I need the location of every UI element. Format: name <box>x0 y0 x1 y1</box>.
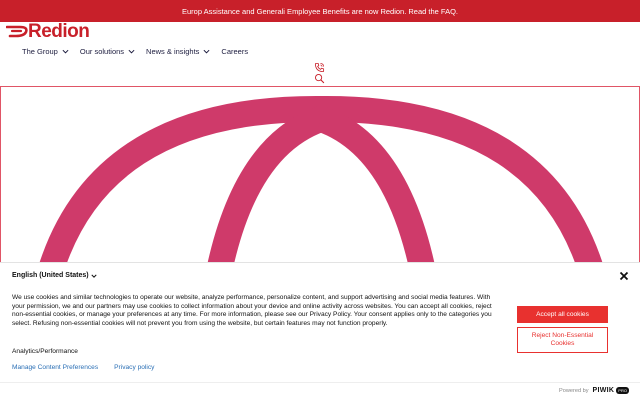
announcement-text[interactable]: Europ Assistance and Generali Employee B… <box>182 7 458 16</box>
logo-swoosh-icon <box>6 25 28 38</box>
manage-preferences-link[interactable]: Manage Content Preferences <box>12 364 98 371</box>
powered-by[interactable]: Powered by PIWIK PRO <box>559 387 629 394</box>
accept-all-cookies-button[interactable]: Accept all cookies <box>517 306 608 323</box>
pink-arches-illustration <box>38 95 604 266</box>
nav-item-news-insights[interactable]: News & insights <box>146 47 210 56</box>
nav-item-label: The Group <box>22 46 58 56</box>
logo[interactable]: Redion <box>6 21 106 42</box>
main-nav: The Group Our solutions News & insights … <box>22 45 259 57</box>
nav-item-careers[interactable]: Careers <box>221 47 248 56</box>
chevron-down-icon <box>128 49 135 54</box>
reject-non-essential-button[interactable]: Reject Non-Essential Cookies <box>517 327 608 353</box>
cookie-links: Manage Content Preferences Privacy polic… <box>12 364 170 371</box>
right-inner-arch <box>316 106 436 266</box>
nav-item-label: News & insights <box>146 46 200 56</box>
chevron-down-icon <box>203 49 210 54</box>
close-icon[interactable] <box>619 271 629 281</box>
left-inner-arch <box>206 106 326 266</box>
nav-item-the-group[interactable]: The Group <box>22 47 69 56</box>
nav-item-our-solutions[interactable]: Our solutions <box>80 47 135 56</box>
cookie-category: Analytics/Performance <box>12 348 78 355</box>
nav-item-label: Careers <box>221 46 249 56</box>
phone-icon[interactable] <box>314 62 325 73</box>
search-icon[interactable] <box>314 73 325 84</box>
privacy-policy-link[interactable]: Privacy policy <box>114 364 154 371</box>
language-label: English (United States) <box>12 272 89 279</box>
chevron-down-icon <box>91 274 97 278</box>
language-selector[interactable]: English (United States) <box>12 272 97 279</box>
pro-badge: PRO <box>616 387 629 394</box>
announcement-bar[interactable]: Europ Assistance and Generali Employee B… <box>0 0 640 22</box>
consent-footer: Powered by PIWIK PRO <box>0 382 640 400</box>
logo-text: Redion <box>28 21 90 42</box>
cookie-description: We use cookies and similar technologies … <box>12 294 492 327</box>
powered-by-label: Powered by <box>559 387 589 394</box>
chevron-down-icon <box>62 49 69 54</box>
cookie-banner: English (United States) We use cookies a… <box>0 262 640 382</box>
nav-item-label: Our solutions <box>79 46 125 56</box>
vendor-name: PIWIK <box>592 387 615 394</box>
hero-graphic <box>0 86 640 266</box>
